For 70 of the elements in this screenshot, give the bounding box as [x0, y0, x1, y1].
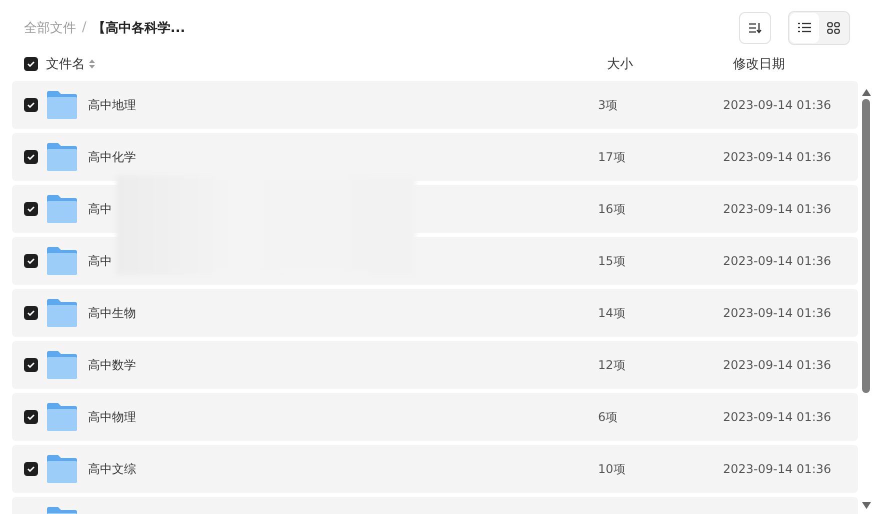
folder-name: 高中物理 — [88, 408, 137, 426]
scroll-down-icon[interactable] — [862, 502, 870, 509]
folder-icon — [47, 299, 77, 327]
folder-row[interactable]: 高中数学 12项 2023-09-14 01:36 — [12, 341, 858, 389]
item-count: 15项 — [598, 252, 626, 270]
row-checkbox[interactable] — [24, 150, 38, 164]
item-count: 3项 — [598, 96, 619, 114]
row-checkbox[interactable] — [24, 306, 38, 320]
checkmark-icon — [27, 310, 35, 316]
folder-name: 高中数学 — [88, 356, 137, 374]
modified-date: 2023-09-14 01:36 — [723, 462, 832, 476]
modified-date: 2023-09-14 01:36 — [723, 358, 832, 372]
grid-icon — [827, 22, 840, 34]
checkmark-icon — [27, 466, 35, 472]
item-count: 16项 — [598, 200, 626, 218]
folder-icon — [47, 91, 77, 119]
item-count: 6项 — [598, 408, 619, 426]
folder-icon — [47, 403, 77, 431]
folder-icon — [47, 247, 77, 275]
folder-name: 高中生物 — [88, 304, 137, 322]
scrollbar-thumb[interactable] — [862, 99, 870, 393]
modified-date: 2023-09-14 01:36 — [723, 150, 832, 164]
folder-row[interactable]: 高中生物 14项 2023-09-14 01:36 — [12, 289, 858, 337]
row-checkbox[interactable] — [24, 98, 38, 112]
sort-arrows-icon[interactable] — [89, 59, 95, 69]
sort-button[interactable] — [739, 12, 771, 44]
folder-row[interactable]: 高中文综 10项 2023-09-14 01:36 — [12, 445, 858, 493]
item-count: 10项 — [598, 460, 626, 478]
folder-name: 高中地理 — [88, 96, 137, 114]
column-header: 大小 — [607, 56, 634, 73]
row-checkbox[interactable] — [24, 358, 38, 372]
checkmark-icon — [27, 362, 35, 368]
breadcrumb-separator: / — [82, 20, 86, 35]
checkmark-icon — [27, 414, 35, 420]
row-checkbox[interactable] — [24, 202, 38, 216]
checkmark-icon — [27, 102, 35, 108]
row-checkbox[interactable] — [24, 410, 38, 424]
checkmark-icon — [27, 206, 35, 212]
folder-row[interactable]: 高中化学 17项 2023-09-14 01:36 — [12, 133, 858, 181]
row-checkbox[interactable] — [24, 462, 38, 476]
modified-date: 2023-09-14 01:36 — [723, 410, 832, 424]
column-header: 修改日期 — [733, 56, 785, 73]
folder-name: 高中化学 — [88, 148, 137, 166]
modified-date: 2023-09-14 01:36 — [723, 202, 832, 216]
item-count: 17项 — [598, 148, 626, 166]
list-view-button[interactable] — [790, 12, 819, 42]
row-checkbox[interactable] — [24, 254, 38, 268]
modified-date: 2023-09-14 01:36 — [723, 306, 832, 320]
modified-date: 2023-09-14 01:36 — [723, 254, 832, 268]
list-icon — [798, 22, 811, 33]
folder-icon — [47, 351, 77, 379]
checkmark-icon — [27, 61, 35, 67]
folder-name: 高中文综 — [88, 460, 137, 478]
scroll-up-icon[interactable] — [862, 89, 870, 96]
item-count: 14项 — [598, 304, 626, 322]
current-folder-title: 【高中各科学... — [92, 20, 186, 36]
folder-row[interactable]: 高中地理 3项 2023-09-14 01:36 — [12, 81, 858, 129]
folder-name: 高中 — [88, 200, 113, 218]
checkmark-icon — [27, 258, 35, 264]
item-count: 12项 — [598, 356, 626, 374]
column-header[interactable]: 文件名 — [46, 55, 85, 73]
folder-icon — [47, 195, 77, 223]
sort-icon — [748, 22, 762, 34]
modified-date: 2023-09-14 01:36 — [723, 98, 832, 112]
checkmark-icon — [27, 154, 35, 160]
folder-row[interactable]: 高中物理 6项 2023-09-14 01:36 — [12, 393, 858, 441]
folder-icon — [47, 455, 77, 483]
folder-name: 高中 — [88, 252, 113, 270]
folder-icon — [47, 143, 77, 171]
select-all-checkbox[interactable] — [24, 57, 38, 71]
